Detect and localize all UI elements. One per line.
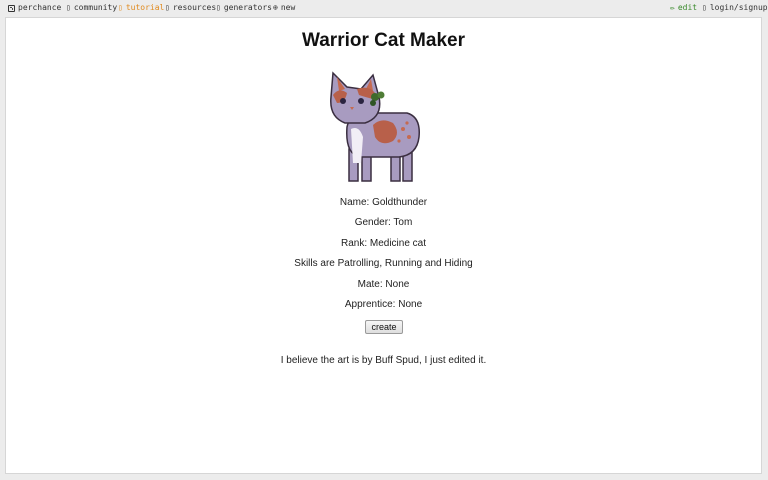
generator-panel: Warrior Cat Maker Name: Goldthunder Gend… bbox=[5, 17, 762, 474]
dice-icon bbox=[8, 4, 15, 12]
cat-apprentice: Apprentice: None bbox=[344, 299, 423, 310]
cat-mate: Mate: None bbox=[357, 279, 410, 290]
nav-generators-label: generators bbox=[223, 3, 272, 12]
nav-tutorial[interactable]: ▯ tutorial bbox=[118, 3, 164, 13]
cat-image bbox=[330, 71, 420, 182]
nav-login[interactable]: ▯ login/signup bbox=[702, 3, 768, 13]
nav-login-label: login/signup bbox=[709, 3, 768, 12]
art-credit: I believe the art is by Buff Spud, I jus… bbox=[280, 355, 487, 366]
nav-community[interactable]: ▯ community bbox=[66, 3, 117, 13]
pencil-icon: ✏ bbox=[670, 3, 675, 12]
nav-resources[interactable]: ▯ resources bbox=[165, 3, 216, 13]
chat-icon: ▯ bbox=[66, 3, 71, 12]
cat-name: Name: Goldthunder bbox=[339, 197, 428, 208]
cat-skills: Skills are Patrolling, Running and Hidin… bbox=[294, 258, 473, 269]
top-nav-bar: perchance ▯ community ▯ tutorial ▯ resou… bbox=[0, 0, 768, 16]
nav-resources-label: resources bbox=[172, 3, 217, 12]
grid-icon: ▯ bbox=[216, 3, 221, 12]
nav-edit[interactable]: ✏ edit bbox=[670, 3, 697, 13]
nav-new[interactable]: ⊕ new bbox=[273, 3, 295, 13]
page-title: Warrior Cat Maker bbox=[302, 30, 465, 51]
create-button[interactable]: create bbox=[365, 320, 403, 334]
user-icon: ▯ bbox=[702, 3, 707, 12]
nav-generators[interactable]: ▯ generators bbox=[216, 3, 272, 13]
cat-rank: Rank: Medicine cat bbox=[340, 238, 427, 249]
nav-community-label: community bbox=[73, 3, 118, 12]
nav-perchance-label: perchance bbox=[18, 3, 62, 12]
cat-gender: Gender: Tom bbox=[354, 217, 413, 228]
nav-edit-label: edit bbox=[677, 3, 698, 12]
book-icon: ▯ bbox=[118, 3, 123, 12]
plus-circle-icon: ⊕ bbox=[273, 3, 278, 12]
nav-tutorial-label: tutorial bbox=[125, 3, 165, 12]
link-icon: ▯ bbox=[165, 3, 170, 12]
nav-perchance[interactable]: perchance bbox=[8, 3, 61, 13]
nav-new-label: new bbox=[280, 3, 296, 12]
